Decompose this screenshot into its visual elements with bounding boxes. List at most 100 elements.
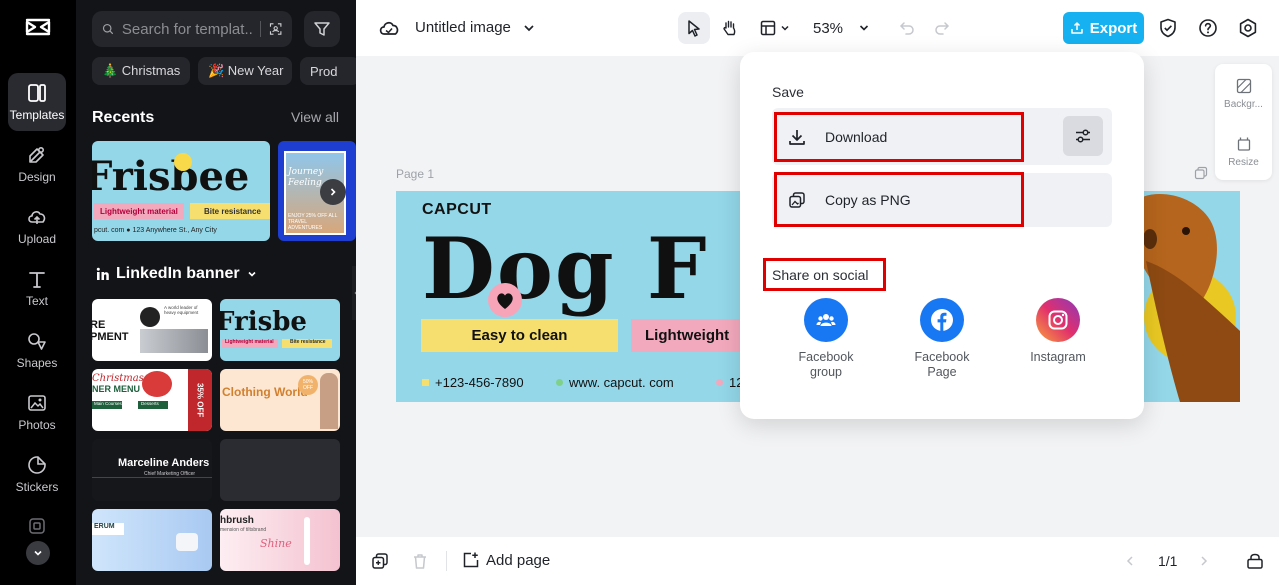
template-equipment[interactable]: RE PMENT A world leader of heavy equipme… (92, 299, 212, 361)
toothbrush-graphic (304, 517, 310, 565)
copy-png-row: Copy as PNG (772, 172, 1112, 227)
shield-check-icon[interactable] (1157, 17, 1179, 39)
export-button[interactable]: Export (1063, 12, 1144, 44)
rail-more-button[interactable] (26, 541, 50, 565)
filter-button[interactable] (304, 11, 340, 47)
hand-icon (723, 20, 736, 36)
linkedin-banner-section[interactable]: LinkedIn banner (96, 265, 258, 283)
template-frisbee-2[interactable]: Frisbe Lightweight material Bite resista… (220, 299, 340, 361)
template-clothing-world[interactable]: Clothing World 50% OFF (220, 369, 340, 431)
help-icon[interactable] (1197, 17, 1219, 39)
filter-icon (314, 22, 330, 36)
add-page-button[interactable]: Add page (462, 551, 550, 569)
page-manager-icon[interactable] (1246, 552, 1264, 570)
banner-pill-lightweight[interactable]: Lightweight (631, 319, 751, 352)
banner-headline[interactable]: Dog F (422, 219, 709, 318)
template-sub: NER MENU (92, 384, 141, 394)
recent-template-frisbee[interactable]: Frisbee Lightweight material Bite resist… (92, 141, 270, 241)
facebook-group-icon (804, 298, 848, 342)
template-search[interactable] (92, 11, 292, 47)
page-counter: 1/1 (1158, 553, 1178, 569)
template-marceline[interactable]: Marceline Anders Chief Marketing Officer (92, 439, 212, 501)
heart-sticker[interactable] (488, 283, 522, 317)
document-title[interactable]: Untitled image (415, 19, 511, 36)
templates-icon (28, 84, 46, 102)
chip-christmas[interactable]: 🎄 Christmas (92, 57, 190, 85)
prev-page-icon[interactable] (1124, 555, 1136, 567)
banner-brand[interactable]: CAPCUT (422, 201, 492, 219)
next-page-icon[interactable] (1198, 555, 1210, 567)
rail-item-photos[interactable]: Photos (8, 383, 66, 441)
download-button[interactable]: Download (774, 112, 1024, 162)
banner-pill-easy-clean[interactable]: Easy to clean (421, 319, 618, 352)
template-badge: 35% OFF (188, 369, 212, 431)
layout-menu-button[interactable] (752, 12, 796, 44)
duplicate-page-icon[interactable] (1194, 166, 1208, 180)
rail-label: Upload (17, 232, 57, 246)
export-label: Export (1089, 19, 1138, 37)
undo-icon[interactable] (898, 19, 916, 37)
zoom-level[interactable]: 53% (813, 20, 843, 37)
view-all-link[interactable]: View all (291, 109, 339, 125)
banner-website[interactable]: www. capcut. com (556, 375, 674, 390)
template-badge: 50% OFF (298, 375, 318, 395)
rail-item-upload[interactable]: Upload (8, 197, 66, 255)
template-loading[interactable] (220, 439, 340, 501)
sliders-icon (1076, 129, 1090, 143)
export-popover: Save Download Copy as PNG Share on socia… (740, 52, 1144, 419)
section-title-text: LinkedIn banner (116, 265, 240, 282)
template-footer: pcut. com ● 123 Anywhere St., Any City (94, 227, 217, 234)
redo-icon[interactable] (933, 19, 951, 37)
stickers-icon (28, 456, 46, 474)
rail-item-text[interactable]: Text (8, 259, 66, 317)
cloud-sync-icon[interactable] (378, 18, 400, 38)
smiley-sticker (174, 153, 192, 171)
rail-item-shapes[interactable]: Shapes (8, 321, 66, 379)
rail-item-design[interactable]: Design (8, 135, 66, 193)
capcut-logo-icon[interactable] (24, 14, 52, 42)
tool-label: Resize (1228, 157, 1259, 168)
ornament-graphic (142, 371, 172, 397)
template-serum[interactable]: ERUM (92, 509, 212, 571)
chip-products[interactable]: Prod (300, 57, 356, 85)
settings-gear-icon[interactable] (1237, 17, 1259, 39)
template-christmas-menu[interactable]: Christmas NER MENU Main Courses Desserts… (92, 369, 212, 431)
resize-tool[interactable]: Resize (1215, 136, 1272, 168)
share-facebook-page[interactable]: Facebook Page (892, 298, 992, 380)
brand-kit-icon[interactable] (28, 517, 46, 535)
select-tool-button[interactable] (678, 12, 710, 44)
download-settings-button[interactable] (1063, 116, 1103, 156)
bullet-dot (556, 379, 563, 386)
template-note: A world leader of heavy equipment (164, 305, 199, 315)
trash-icon[interactable] (411, 552, 429, 570)
share-facebook-group[interactable]: Facebook group (776, 298, 876, 380)
recents-next-button[interactable] (320, 179, 346, 205)
cloud-upload-icon (28, 211, 46, 224)
image-search-icon[interactable] (269, 20, 282, 38)
banner-phone[interactable]: +123-456-7890 (422, 375, 524, 390)
chevron-down-icon[interactable] (522, 21, 536, 35)
photos-icon (28, 395, 46, 411)
social-label: group (810, 365, 842, 379)
website-text: www. capcut. com (569, 375, 674, 390)
add-page-icon (463, 552, 479, 568)
rail-item-stickers[interactable]: Stickers (8, 445, 66, 503)
chip-new-year[interactable]: 🎉 New Year (198, 57, 292, 85)
export-icon (1070, 22, 1083, 34)
share-instagram[interactable]: Instagram (1008, 298, 1108, 365)
copy-png-label: Copy as PNG (825, 191, 911, 208)
copy-as-png-button[interactable]: Copy as PNG (774, 172, 1024, 227)
rail-item-templates[interactable]: Templates (8, 73, 66, 131)
chevron-right-icon (330, 188, 336, 196)
social-label: Facebook (914, 350, 970, 364)
zoom-chevron-down-icon[interactable] (858, 22, 870, 34)
equipment-photo (140, 329, 208, 353)
template-toothbrush[interactable]: hbrush mension of tiltsbrand Shine (220, 509, 340, 571)
bottom-bar: Add page 1/1 (356, 537, 1279, 585)
duplicate-icon[interactable] (371, 552, 389, 570)
hand-tool-button[interactable] (714, 12, 746, 44)
instagram-icon (1036, 298, 1080, 342)
search-input[interactable] (121, 20, 252, 38)
background-tool[interactable]: Backgr... (1215, 78, 1272, 110)
search-icon (102, 23, 113, 35)
